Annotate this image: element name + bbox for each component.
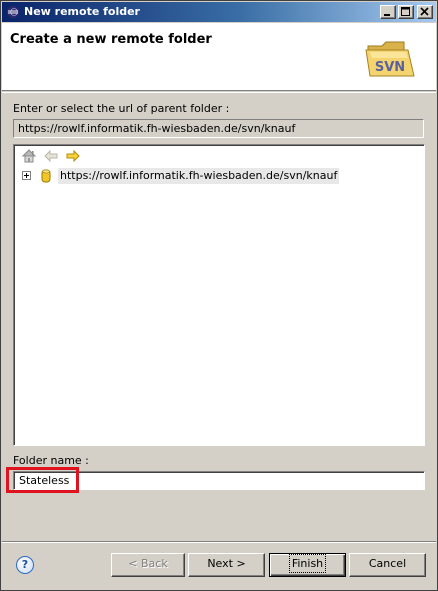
expand-icon[interactable] <box>22 171 31 180</box>
footer-separator-light <box>2 542 436 543</box>
maximize-icon <box>401 7 410 16</box>
help-icon[interactable]: ? <box>16 556 34 574</box>
parent-url-field[interactable]: https://rowlf.informatik.fh-wiesbaden.de… <box>13 119 424 138</box>
maximize-button[interactable] <box>398 5 414 19</box>
parent-url-label: Enter or select the url of parent folder… <box>13 102 230 115</box>
finish-button-label: Finish <box>288 554 327 573</box>
finish-button[interactable]: Finish <box>269 553 346 577</box>
tree-item-label[interactable]: https://rowlf.informatik.fh-wiesbaden.de… <box>58 168 340 184</box>
folder-name-input[interactable] <box>13 471 425 490</box>
repository-tree[interactable]: https://rowlf.informatik.fh-wiesbaden.de… <box>13 144 425 446</box>
minimize-button[interactable] <box>380 5 396 19</box>
cancel-button[interactable]: Cancel <box>349 553 426 577</box>
svn-folder-icon: SVN <box>365 41 415 77</box>
close-button[interactable] <box>417 5 433 19</box>
folder-name-label: Folder name : <box>13 454 89 467</box>
title-bar[interactable]: New remote folder <box>2 2 436 22</box>
repository-icon <box>41 169 51 183</box>
home-icon[interactable] <box>21 148 37 164</box>
close-icon <box>420 7 429 16</box>
next-button[interactable]: Next > <box>188 553 265 577</box>
banner-divider <box>2 92 436 93</box>
header-banner: Create a new remote folder SVN <box>2 23 436 91</box>
back-arrow-icon[interactable] <box>43 148 59 164</box>
forward-arrow-icon[interactable] <box>65 148 81 164</box>
page-title: Create a new remote folder <box>10 32 212 47</box>
dialog-window: New remote folder Create a new remote fo… <box>0 0 438 591</box>
back-button[interactable]: < Back <box>111 553 185 577</box>
eclipse-icon <box>7 6 19 18</box>
tree-item[interactable]: https://rowlf.informatik.fh-wiesbaden.de… <box>20 168 340 184</box>
minimize-icon <box>384 14 390 16</box>
window-title: New remote folder <box>24 5 140 18</box>
svn-icon-text: SVN <box>375 60 405 75</box>
